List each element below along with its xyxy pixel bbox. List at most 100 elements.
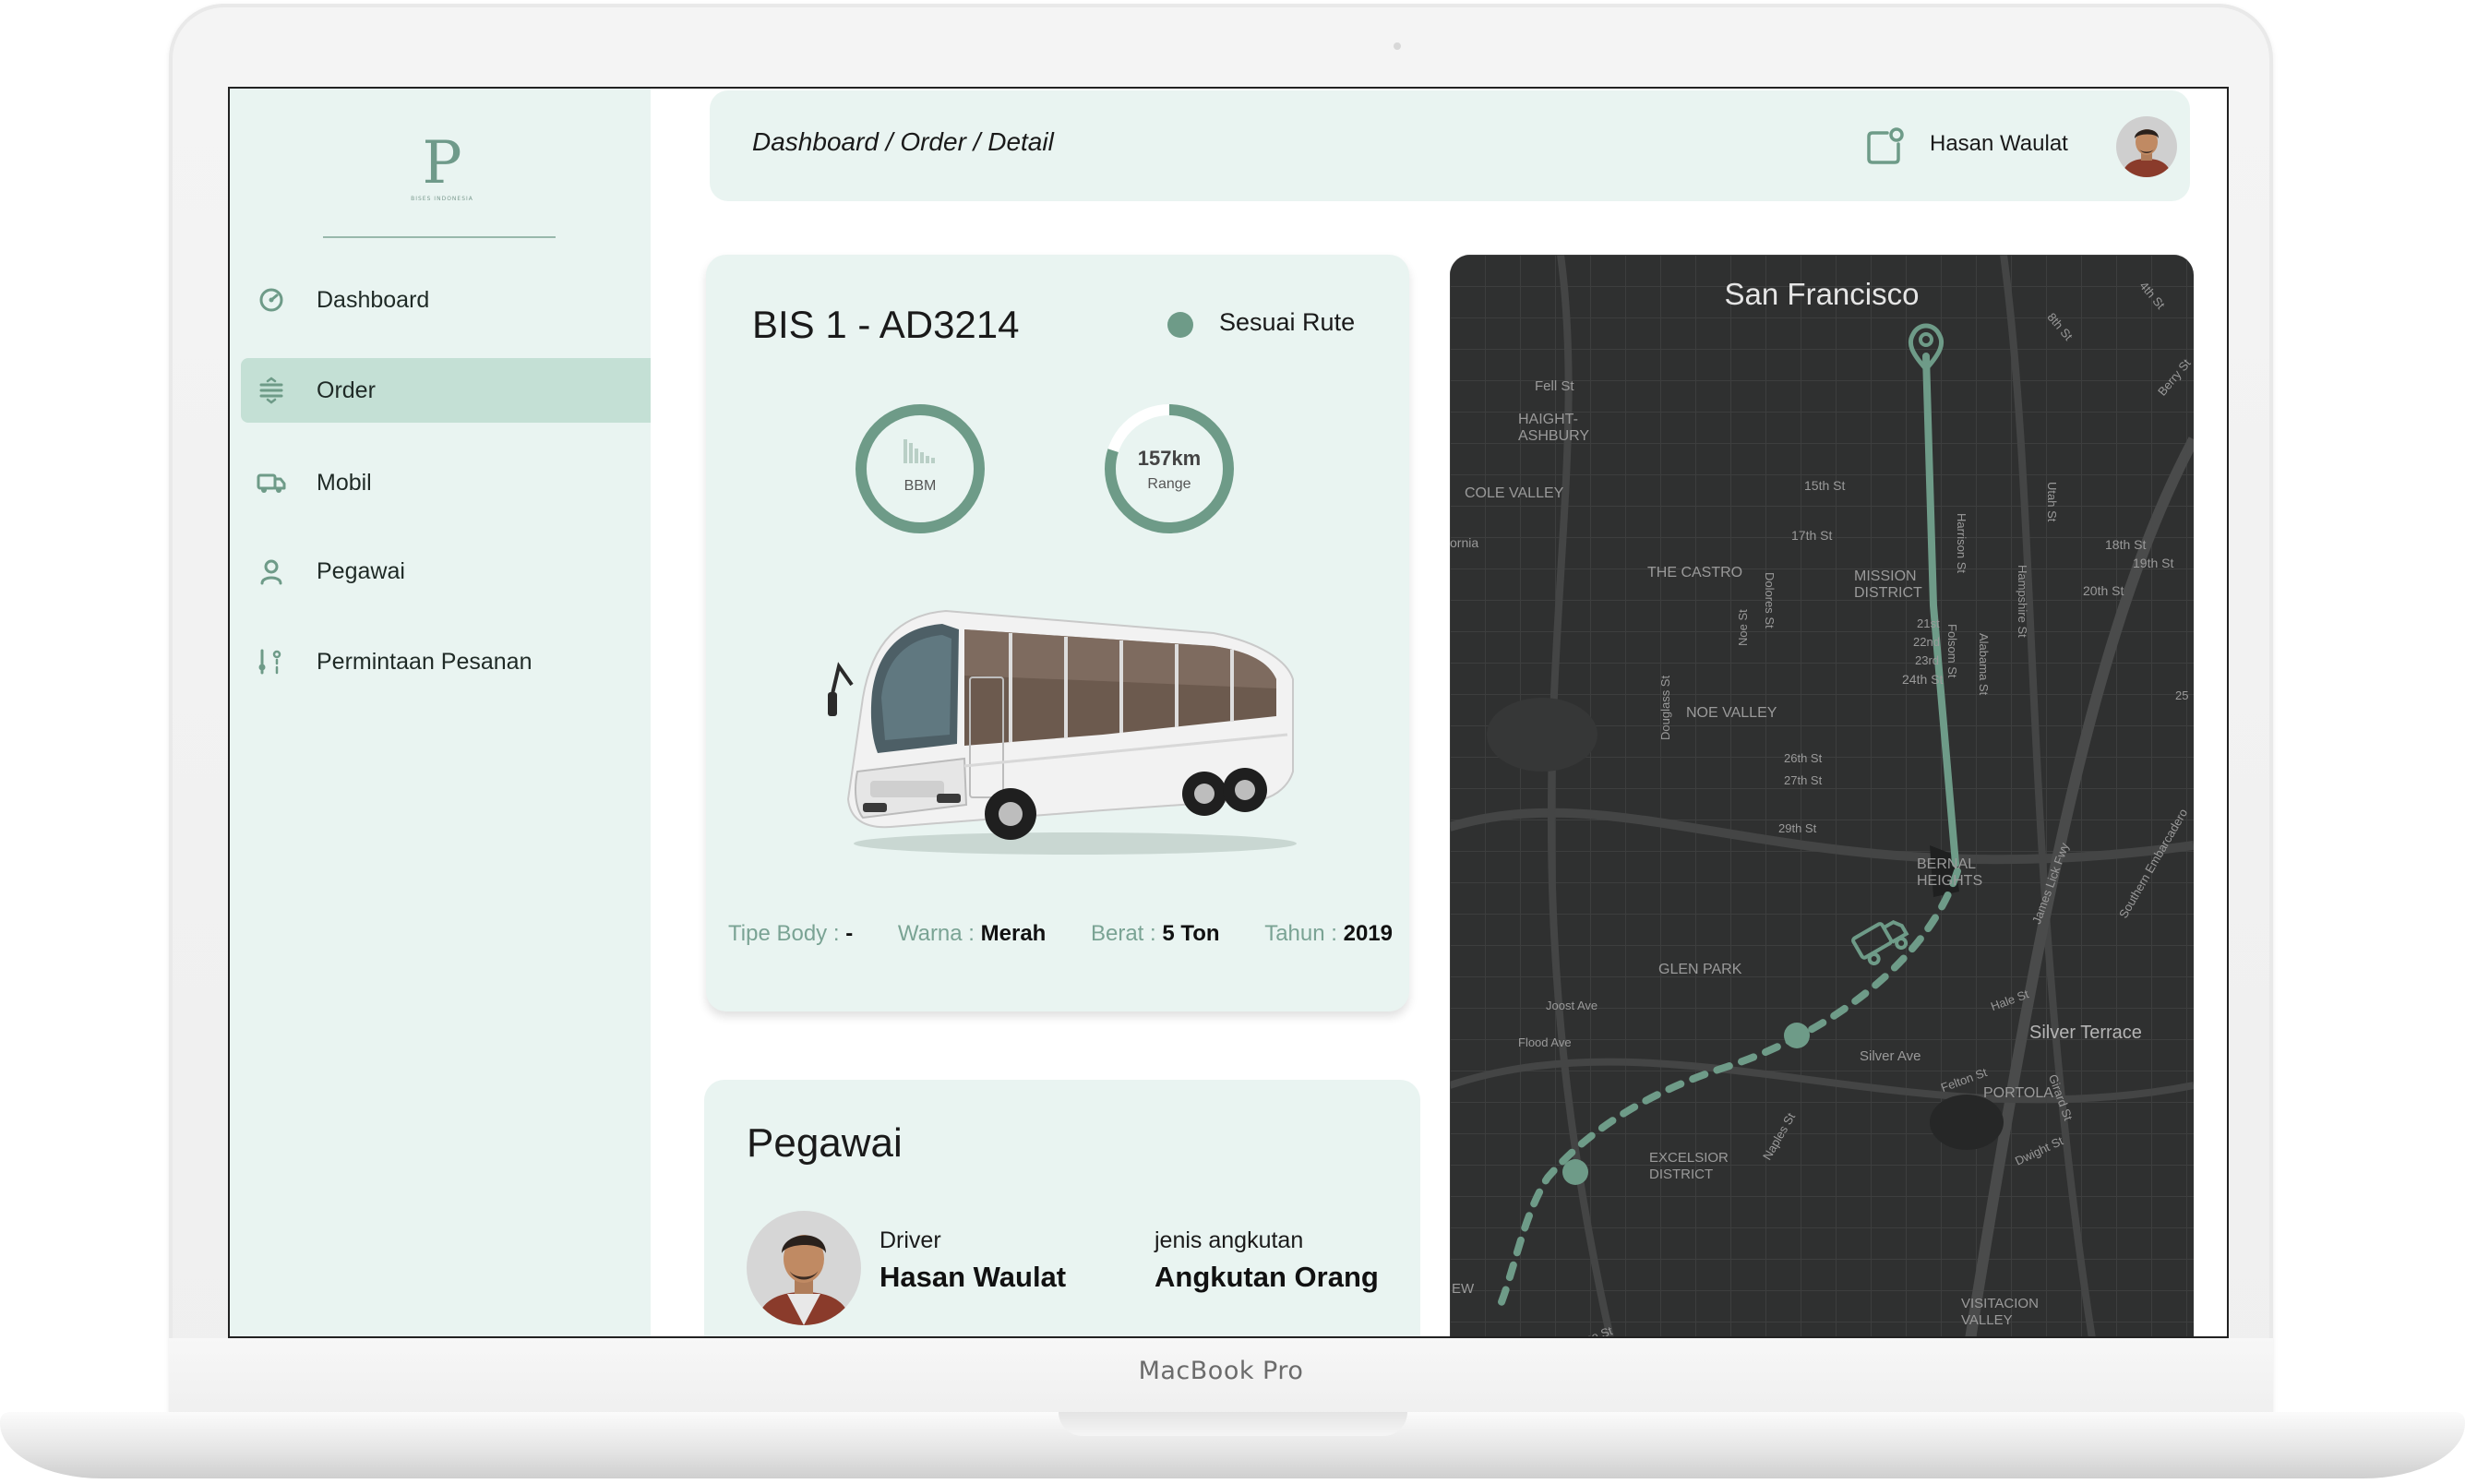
breadcrumb[interactable]: Dashboard / Order / Detail	[752, 127, 1054, 157]
sidebar-item-permintaan-pesanan[interactable]: Permintaan Pesanan	[241, 629, 651, 694]
fuel-bars-icon	[903, 439, 935, 463]
camera	[1394, 42, 1401, 50]
app-logo[interactable]: P BISES INDONESIA	[396, 131, 488, 214]
map-label: EW	[1452, 1281, 1475, 1297]
map-label: NOE VALLEY	[1686, 705, 1777, 721]
status-indicator	[1167, 312, 1193, 338]
avatar[interactable]	[2116, 116, 2177, 177]
spec-key: Warna :	[897, 921, 975, 946]
map-label: Hampshire St	[2016, 565, 2029, 638]
map-label: EXCELSIOR DISTRICT	[1649, 1150, 1729, 1182]
sidebar-item-pegawai[interactable]: Pegawai	[241, 539, 651, 604]
logo-mark: P	[422, 129, 462, 197]
bus-image	[826, 596, 1306, 864]
transport-type-value: Angkutan Orang	[1155, 1261, 1379, 1293]
sidebar-item-label: Mobil	[317, 469, 372, 496]
laptop-model-label: MacBook Pro	[1138, 1357, 1304, 1385]
sidebar-item-label: Permintaan Pesanan	[317, 648, 532, 675]
map-label: 26th St	[1784, 751, 1823, 765]
map-label: Folsom St	[1945, 624, 1959, 678]
map-label: 18th St	[2105, 537, 2147, 552]
map-label: VISITACION VALLEY	[1961, 1296, 2039, 1328]
spec-key: Berat :	[1090, 921, 1156, 946]
vehicle-title: BIS 1 - AD3214	[752, 303, 1020, 346]
map-label: 17th St	[1791, 528, 1833, 543]
truck-icon	[256, 467, 287, 498]
fuel-gauge: BBM	[852, 401, 988, 537]
screen: P BISES INDONESIA Dashboard Order Mobil …	[228, 87, 2229, 1338]
spec-color: Warna : Merah	[898, 921, 1047, 947]
avatar	[747, 1211, 861, 1325]
laptop-chin: MacBook Pro	[169, 1338, 2273, 1416]
filter-lines-icon	[256, 375, 287, 406]
spec-value: 2019	[1343, 921, 1393, 946]
transport-type-label: jenis angkutan	[1155, 1227, 1304, 1253]
map-label: 21st	[1917, 616, 1940, 630]
map-label: ornia	[1450, 535, 1479, 550]
header-bar: Dashboard / Order / Detail Hasan Waulat	[710, 90, 2190, 201]
map-label: HAIGHT-ASHBURY	[1518, 412, 1590, 444]
map-label: BERNAL HEIGHTS	[1917, 856, 1983, 889]
map-label: 23rd	[1915, 653, 1940, 667]
map-label: Fell St	[1535, 378, 1574, 394]
map-label: Douglass St	[1658, 675, 1672, 740]
map-label: Silver Ave	[1860, 1048, 1921, 1064]
map-label: Noe St	[1736, 609, 1750, 646]
user-icon	[256, 556, 287, 587]
vehicle-specs: Tipe Body : - Warna : Merah Berat : 5 To…	[728, 921, 1393, 947]
staff-card: Pegawai Driver Hasan Waulat jenis angkut…	[704, 1080, 1420, 1336]
spec-weight: Berat : 5 Ton	[1091, 921, 1220, 947]
logo-subtitle: BISES INDONESIA	[411, 196, 473, 202]
vehicle-card: BIS 1 - AD3214 Sesuai Rute BBM 157km Ran…	[706, 255, 1409, 1011]
request-list-icon	[256, 646, 287, 677]
map-title: San Francisco	[1724, 277, 1920, 311]
map-label: 24th St	[1902, 672, 1944, 687]
map-label: THE CASTRO	[1647, 565, 1743, 580]
spec-value: 5 Ton	[1162, 921, 1220, 946]
map-label: GLEN PARK	[1658, 962, 1742, 977]
staff-role-label: Driver	[880, 1227, 941, 1253]
laptop-notch	[1059, 1412, 1407, 1436]
sidebar: P BISES INDONESIA Dashboard Order Mobil …	[230, 89, 651, 1336]
spec-year: Tahun : 2019	[1264, 921, 1393, 947]
map-label: Dolores St	[1763, 572, 1777, 628]
map-label: 15th St	[1804, 478, 1846, 493]
speedometer-icon	[256, 284, 287, 316]
map-label: 22nd	[1913, 635, 1940, 649]
staff-name: Hasan Waulat	[880, 1261, 1067, 1293]
map-label: Utah St	[2045, 482, 2059, 522]
notification-icon[interactable]	[1863, 126, 1906, 168]
sidebar-item-label: Order	[317, 377, 376, 403]
route-map[interactable]: San Francisco Fell St HAIGHT-ASHBURY COL…	[1450, 255, 2194, 1336]
map-label: 29th St	[1778, 821, 1817, 835]
map-label: MISSION DISTRICT	[1854, 568, 1922, 601]
map-label: 25	[2175, 688, 2189, 702]
spec-key: Tahun :	[1264, 921, 1337, 946]
map-label: COLE VALLEY	[1465, 485, 1564, 501]
map-label: Flood Ave	[1518, 1035, 1572, 1049]
range-label: Range	[1147, 476, 1191, 492]
staff-card-title: Pegawai	[747, 1120, 903, 1166]
sidebar-item-mobil[interactable]: Mobil	[241, 450, 651, 515]
map-label: Harrison St	[1955, 513, 1968, 574]
fuel-label: BBM	[903, 478, 937, 494]
map-label: Joost Ave	[1546, 999, 1598, 1012]
map-label: 27th St	[1784, 773, 1823, 787]
sidebar-item-label: Pegawai	[317, 557, 405, 584]
spec-value: Merah	[980, 921, 1047, 946]
map-label: 20th St	[2083, 583, 2124, 598]
map-label: Silver Terrace	[2029, 1023, 2142, 1043]
spec-key: Tipe Body :	[728, 921, 840, 946]
range-value: 157km	[1137, 447, 1202, 470]
sidebar-item-dashboard[interactable]: Dashboard	[241, 268, 651, 332]
laptop-frame: P BISES INDONESIA Dashboard Order Mobil …	[0, 0, 2465, 1484]
spec-body-type: Tipe Body : -	[728, 921, 853, 947]
sidebar-item-order[interactable]: Order	[241, 358, 651, 423]
user-name[interactable]: Hasan Waulat	[1930, 131, 2068, 157]
sidebar-item-label: Dashboard	[317, 286, 430, 313]
logo-divider	[323, 236, 556, 238]
status-label: Sesuai Rute	[1219, 308, 1356, 336]
map-label: Alabama St	[1977, 633, 1991, 696]
map-label: 19th St	[2133, 556, 2174, 570]
map-label: PORTOLA	[1983, 1085, 2053, 1101]
